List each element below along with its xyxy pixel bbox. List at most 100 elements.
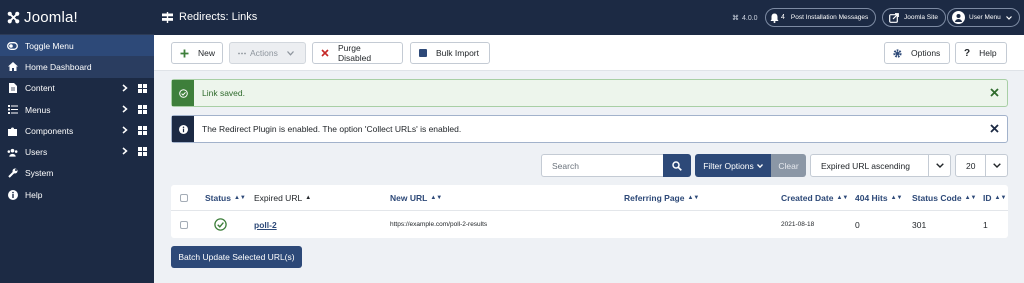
user-menu-button[interactable]: User Menu [947, 8, 1020, 27]
question-icon: ? [964, 47, 971, 59]
chevron-right-icon[interactable] [122, 126, 128, 136]
info-message: The Redirect Plugin is enabled. The opti… [202, 124, 462, 134]
column-referring-page[interactable]: Referring Page ▲▼ [624, 185, 699, 210]
list-icon [7, 104, 18, 115]
id-value: 1 [983, 219, 988, 230]
status-published-icon[interactable] [214, 211, 227, 238]
clear-label: Clear [778, 160, 799, 171]
success-alert: Link saved. [171, 79, 1008, 107]
search-button[interactable] [663, 154, 691, 177]
sidebar-item-label: Menus [25, 104, 51, 115]
purge-disabled-label: Purge Disabled [338, 43, 372, 63]
post-installation-messages-button[interactable]: 4 Post Installation Messages [765, 8, 877, 27]
joomla-site-label: Joomla Site [904, 14, 938, 21]
brand[interactable]: Joomla! [0, 0, 154, 35]
filter-options-label: Filter Options [703, 160, 754, 171]
sort-icon: ▲▼ [890, 194, 903, 201]
chevron-right-icon[interactable] [122, 147, 128, 157]
actions-dropdown[interactable]: Actions [229, 42, 306, 64]
joomla-site-button[interactable]: Joomla Site [882, 8, 946, 27]
table-header-row: Status ▲▼ Expired URL ▲ New URL ▲▼ Referrin… [171, 185, 1008, 211]
sidebar-item-label: Toggle Menu [25, 40, 74, 51]
clear-button[interactable]: Clear [771, 154, 806, 177]
page-title-text: Redirects: Links [179, 11, 258, 23]
search-icon [672, 160, 682, 171]
sort-icon: ▲▼ [233, 194, 246, 201]
hits-value: 0 [855, 219, 860, 230]
created-date-value: 2021-08-18 [781, 221, 815, 228]
sidebar: Joomla! Toggle Menu Home Dashboard Conte… [0, 0, 154, 283]
dashboard-grid-icon[interactable] [138, 104, 147, 116]
page-title: Redirects: Links [162, 11, 257, 23]
column-id[interactable]: ID ▲▼ [983, 185, 1006, 210]
column-status-code[interactable]: Status Code ▲▼ [912, 185, 976, 210]
actions-label: Actions [250, 48, 278, 58]
dashboard-grid-icon[interactable] [138, 147, 147, 158]
help-button[interactable]: ? Help [955, 42, 1007, 64]
sidebar-item-home-dashboard[interactable]: Home Dashboard [0, 56, 154, 78]
close-icon[interactable] [990, 124, 999, 135]
expired-url-link[interactable]: poll-2 [254, 211, 277, 238]
version-number: 4.0.0 [742, 14, 758, 22]
new-url-value: https://example.com/poll-2-results [390, 221, 488, 228]
sort-icon: ▲▼ [836, 194, 849, 201]
sort-asc-icon: ▲ [305, 194, 312, 201]
joomla-logo-icon [7, 11, 20, 23]
puzzle-icon [7, 125, 18, 136]
chevron-right-icon[interactable] [122, 105, 128, 115]
batch-update-label: Batch Update Selected URL(s) [178, 252, 295, 262]
chevron-right-icon[interactable] [122, 84, 128, 94]
users-icon [7, 147, 18, 158]
version-info: ⌘ 4.0.0 [732, 14, 758, 23]
joomla-small-icon: ⌘ [732, 15, 739, 22]
home-icon [7, 61, 18, 72]
sidebar-item-toggle-menu[interactable]: Toggle Menu [0, 35, 154, 57]
sidebar-item-label: System [25, 168, 54, 179]
sidebar-item-menus[interactable]: Menus [0, 99, 154, 120]
column-new-url[interactable]: New URL ▲▼ [390, 185, 442, 210]
status-code-value: 301 [912, 219, 927, 230]
new-button[interactable]: New [171, 42, 223, 64]
bulk-import-button[interactable]: Bulk Import [410, 42, 490, 64]
chevron-down-icon [1005, 15, 1012, 20]
dashboard-grid-icon[interactable] [138, 126, 147, 137]
table-row: poll-2 https://example.com/poll-2-result… [171, 211, 1008, 238]
ellipsis-icon [238, 52, 246, 55]
sidebar-item-users[interactable]: Users [0, 141, 154, 162]
gear-icon [893, 48, 902, 58]
column-status[interactable]: Status ▲▼ [205, 185, 246, 210]
sidebar-item-system[interactable]: System [0, 163, 154, 184]
help-label: Help [979, 48, 997, 58]
info-icon [7, 189, 18, 200]
info-circle-icon [172, 116, 194, 142]
column-expired-url[interactable]: Expired URL ▲ [254, 185, 311, 210]
ordering-select[interactable]: Expired URL ascending [810, 154, 951, 177]
sidebar-item-help[interactable]: Help [0, 184, 154, 205]
user-menu-label: User Menu [969, 14, 1001, 21]
sidebar-item-components[interactable]: Components [0, 120, 154, 141]
caret-down-icon [756, 163, 763, 168]
batch-update-button[interactable]: Batch Update Selected URL(s) [171, 246, 302, 268]
close-icon[interactable] [990, 88, 999, 99]
purge-disabled-button[interactable]: Purge Disabled [312, 42, 403, 64]
limit-select[interactable]: 20 [955, 154, 1008, 177]
sort-icon: ▲▼ [430, 194, 443, 201]
sidebar-item-content[interactable]: Content [0, 78, 154, 99]
filter-options-button[interactable]: Filter Options [695, 154, 771, 177]
sidebar-item-label: Users [25, 147, 48, 158]
success-message: Link saved. [202, 88, 245, 98]
column-404-hits[interactable]: 404 Hits ▲▼ [855, 185, 903, 210]
sidebar-item-label: Components [25, 125, 74, 136]
sort-icon: ▲▼ [964, 194, 977, 201]
times-icon [321, 49, 329, 57]
bell-icon [770, 13, 779, 23]
square-icon [419, 49, 427, 57]
column-created-date[interactable]: Created Date ▲▼ [781, 185, 848, 210]
row-checkbox[interactable] [180, 211, 188, 238]
search-input[interactable] [541, 154, 663, 177]
select-all-checkbox[interactable] [180, 185, 188, 210]
options-button[interactable]: Options [884, 42, 950, 64]
plus-icon [180, 49, 189, 58]
sidebar-item-label: Content [25, 83, 55, 94]
dashboard-grid-icon[interactable] [138, 83, 147, 95]
